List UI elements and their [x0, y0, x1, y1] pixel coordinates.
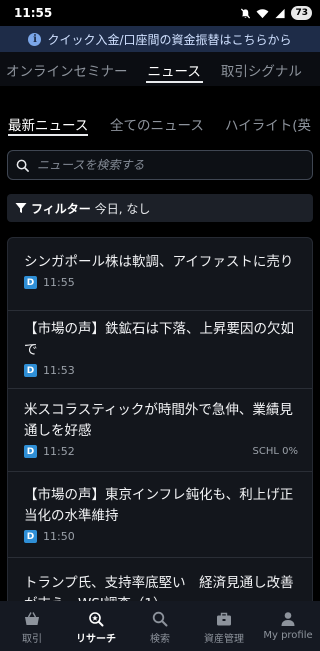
news-sub-tabs: 最新ニュース 全てのニュース ハイライト(英	[0, 102, 320, 136]
nav-trade-label: 取引	[22, 634, 42, 645]
status-time: 11:55	[14, 6, 53, 20]
briefcase-icon	[217, 612, 231, 626]
bottom-nav: 取引 リサーチ 検索 資産管理 My profile	[0, 601, 320, 651]
sub-tab-latest-news-label: 最新ニュース	[8, 118, 89, 134]
source-badge: D	[24, 445, 37, 458]
battery-level: 73	[291, 6, 312, 20]
wifi-icon	[257, 8, 269, 18]
news-meta: D 11:55	[24, 276, 298, 289]
nav-profile[interactable]: My profile	[256, 611, 320, 641]
news-title: 米スコラスティックが時間外で急伸、業績見通しを好感	[24, 402, 293, 439]
sub-tab-highlights[interactable]: ハイライト(英	[225, 102, 311, 136]
nav-search[interactable]: 検索	[128, 611, 192, 645]
tab-news[interactable]: ニュース	[138, 52, 211, 86]
nav-assets[interactable]: 資産管理	[192, 611, 256, 645]
source-badge-letter: D	[26, 365, 35, 376]
news-title: 【市場の声】鉄鉱石は下落、上昇要因の欠如で	[24, 321, 294, 358]
filter-icon	[15, 203, 27, 213]
nav-trade[interactable]: 取引	[0, 611, 64, 645]
news-title: トランプ氏、支持率底堅い 経済見通し改善が支え－WSJ調査（1）	[24, 575, 294, 601]
news-meta: D 11:50	[24, 530, 298, 543]
search-icon	[16, 159, 29, 172]
news-item[interactable]: シンガポール株は軟調、アイファストに売り D 11:55	[8, 238, 312, 311]
news-item[interactable]: トランプ氏、支持率底堅い 経済見通し改善が支え－WSJ調査（1）	[8, 558, 312, 601]
signal-icon	[275, 8, 286, 18]
source-badge: D	[24, 364, 37, 377]
top-tabs: オンラインセミナー ニュース 取引シグナル	[0, 52, 320, 86]
basket-icon	[25, 612, 39, 625]
news-meta: D 11:52 SCHL 0%	[24, 445, 298, 458]
filter-bar[interactable]: フィルター 今日, なし	[7, 194, 313, 222]
news-title: シンガポール株は軟調、アイファストに売り	[24, 254, 294, 270]
source-badge: D	[24, 530, 37, 543]
news-time: 11:52	[43, 445, 75, 458]
research-icon	[89, 612, 104, 627]
active-tab-underline	[8, 134, 89, 136]
news-item[interactable]: 【市場の声】東京インフレ鈍化も、利上げ正当化の水準維持 D 11:50	[8, 472, 312, 558]
filter-value: 今日, なし	[94, 201, 151, 216]
nav-profile-label: My profile	[263, 630, 313, 641]
mute-icon	[241, 8, 251, 18]
news-search-box[interactable]	[7, 150, 313, 180]
news-title: 【市場の声】東京インフレ鈍化も、利上げ正当化の水準維持	[24, 487, 294, 524]
nav-research-label: リサーチ	[76, 634, 116, 645]
banner-text: クイック入金/口座間の資金振替はこちらから	[47, 32, 292, 47]
filter-label: フィルター	[31, 201, 91, 216]
source-badge: D	[24, 276, 37, 289]
nav-research[interactable]: リサーチ	[64, 611, 128, 645]
tab-online-seminar[interactable]: オンラインセミナー	[0, 52, 138, 86]
search-icon	[152, 611, 168, 627]
news-item[interactable]: 【市場の声】鉄鉱石は下落、上昇要因の欠如で D 11:53	[8, 311, 312, 389]
source-badge-letter: D	[26, 446, 35, 457]
news-item[interactable]: 米スコラスティックが時間外で急伸、業績見通しを好感 D 11:52 SCHL 0…	[8, 389, 312, 472]
status-bar: 11:55 73	[0, 0, 320, 26]
tab-trading-signals[interactable]: 取引シグナル	[211, 52, 312, 86]
quick-deposit-banner[interactable]: i クイック入金/口座間の資金振替はこちらから	[0, 26, 320, 52]
news-time: 11:53	[43, 364, 75, 377]
ticker-change: SCHL 0%	[252, 446, 298, 457]
news-meta: D 11:53	[24, 364, 298, 377]
news-time: 11:55	[43, 276, 75, 289]
sub-tab-all-news[interactable]: 全てのニュース	[110, 102, 204, 136]
nav-assets-label: 資産管理	[204, 634, 244, 645]
person-icon	[281, 612, 295, 626]
news-panel: 最新ニュース 全てのニュース ハイライト(英 フィルター 今日, なし シンガポ…	[0, 86, 320, 601]
news-list: シンガポール株は軟調、アイファストに売り D 11:55 【市場の声】鉄鉱石は下…	[7, 237, 313, 601]
search-input[interactable]	[37, 158, 297, 172]
info-icon: i	[28, 32, 42, 46]
status-icons: 73	[240, 6, 312, 20]
sub-tab-latest-news[interactable]: 最新ニュース	[8, 102, 89, 136]
source-badge-letter: D	[26, 531, 35, 542]
news-time: 11:50	[43, 530, 75, 543]
nav-search-label: 検索	[150, 634, 170, 645]
source-badge-letter: D	[26, 277, 35, 288]
